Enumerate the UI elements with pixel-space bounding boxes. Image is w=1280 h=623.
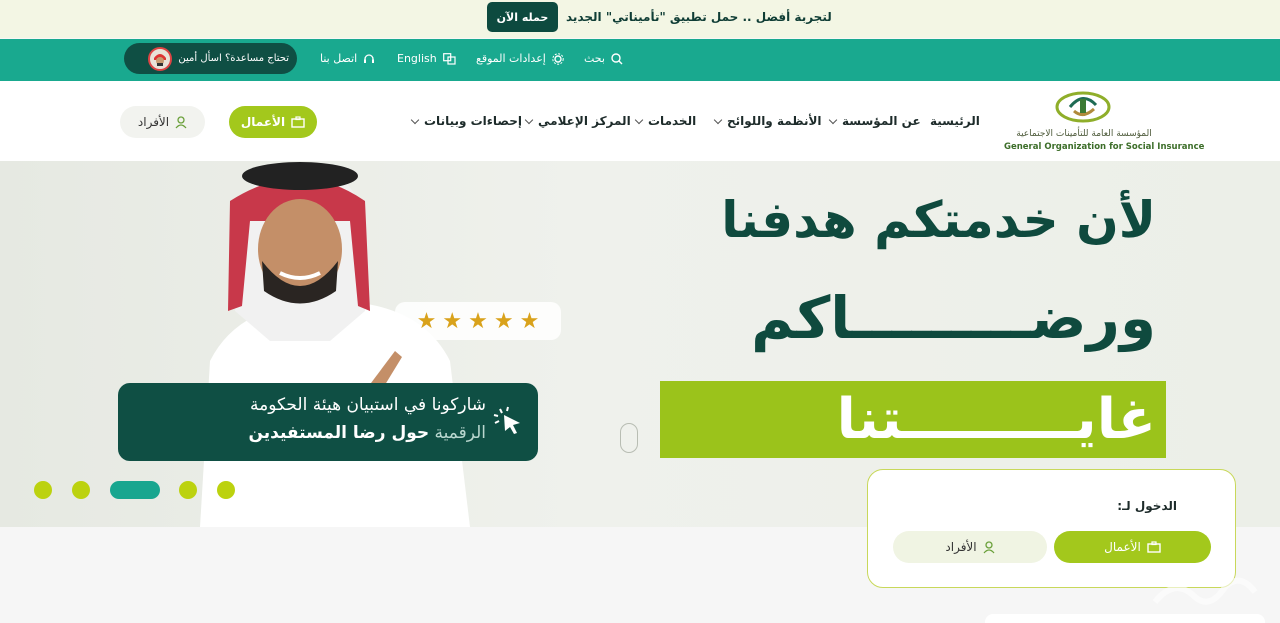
search-icon xyxy=(611,52,623,64)
survey-line-1: شاركونا في استبيان هيئة الحكومة xyxy=(250,395,486,415)
site-settings-label: إعدادات الموقع xyxy=(476,52,546,65)
chevron-down-icon xyxy=(634,115,644,124)
search-label: بحث xyxy=(584,52,605,65)
hero-highlight-box: غايـــــــــتنا xyxy=(660,381,1166,458)
watermark-logo xyxy=(1152,577,1258,605)
logo-arabic-text: المؤسسة العامة للتأمينات الاجتماعية xyxy=(1016,129,1152,139)
site-settings-link[interactable]: إعدادات الموقع xyxy=(476,52,564,65)
star-icon: ★ xyxy=(519,308,540,334)
login-title: الدخول لـ: xyxy=(1117,499,1177,513)
login-individuals-label: الأفراد xyxy=(945,540,977,554)
user-icon xyxy=(983,540,995,553)
business-login-button[interactable]: الأعمال xyxy=(229,106,317,138)
logo-english-text: General Organization for Social Insuranc… xyxy=(1004,142,1205,152)
chevron-down-icon xyxy=(713,115,723,124)
help-label: تحتاج مساعدة؟ اسأل أمين xyxy=(178,53,289,64)
chevron-down-icon xyxy=(410,115,420,124)
briefcase-icon xyxy=(291,116,305,128)
hero-person-image xyxy=(200,162,470,527)
nav-home-label: الرئيسية xyxy=(930,114,980,128)
ameen-avatar xyxy=(148,46,173,71)
nav-regulations-label: الأنظمة واللوائح xyxy=(727,114,822,128)
nav-about-label: عن المؤسسة xyxy=(842,114,921,128)
translate-icon xyxy=(442,52,456,65)
gosi-emblem-icon xyxy=(1055,91,1111,123)
carousel-dot[interactable] xyxy=(179,481,197,499)
star-icon: ★ xyxy=(416,308,437,334)
survey-line-2-bold: حول رضا المستفيدين xyxy=(248,423,430,443)
user-icon xyxy=(175,115,187,128)
content-card xyxy=(985,614,1265,623)
nav-media-center-label: المركز الإعلامي xyxy=(538,114,631,128)
survey-line-2: الرقمية حول رضا المستفيدين xyxy=(248,423,486,443)
carousel-dot[interactable] xyxy=(217,481,235,499)
hero-headline-2: ورضـــــــــاكم xyxy=(751,284,1156,352)
language-switch[interactable]: English xyxy=(397,52,456,65)
star-icon: ★ xyxy=(468,308,488,334)
contact-label: اتصل بنا xyxy=(320,52,358,65)
survey-banner[interactable]: شاركونا في استبيان هيئة الحكومة الرقمية … xyxy=(118,383,538,461)
chevron-down-icon xyxy=(828,115,838,124)
hero-headline-3: غايـــــــــتنا xyxy=(836,387,1156,452)
star-icon: ★ xyxy=(493,308,514,334)
scroll-indicator xyxy=(620,423,638,453)
language-label: English xyxy=(397,52,437,65)
gosi-logo[interactable]: المؤسسة العامة للتأمينات الاجتماعية Gene… xyxy=(1000,89,1204,155)
assistant-face-icon xyxy=(154,53,167,66)
carousel-dot-active[interactable] xyxy=(110,481,160,499)
carousel-dot[interactable] xyxy=(34,481,52,499)
nav-about[interactable]: عن المؤسسة xyxy=(828,114,921,128)
login-business-button[interactable]: الأعمال xyxy=(1054,531,1211,563)
contact-link[interactable]: اتصل بنا xyxy=(320,52,375,65)
hero-headline-1: لأن خدمتكم هدفنا xyxy=(721,191,1156,249)
promo-text: لتجربة أفضل .. حمل تطبيق "تأميناتي" الجد… xyxy=(566,10,832,24)
login-individuals-button[interactable]: الأفراد xyxy=(893,531,1047,563)
headset-icon xyxy=(364,53,375,63)
survey-line-2-light: الرقمية xyxy=(434,423,486,443)
search-link[interactable]: بحث xyxy=(584,52,623,65)
nav-statistics-label: إحصاءات وبيانات xyxy=(424,114,523,128)
carousel-dot[interactable] xyxy=(72,481,90,499)
star-icon: ★ xyxy=(442,308,463,334)
nav-services-label: الخدمات xyxy=(648,114,697,128)
nav-home[interactable]: الرئيسية xyxy=(930,114,980,128)
nav-regulations[interactable]: الأنظمة واللوائح xyxy=(713,114,822,128)
briefcase-icon xyxy=(1147,541,1161,553)
chevron-down-icon xyxy=(524,115,534,124)
nav-services[interactable]: الخدمات xyxy=(634,114,697,128)
login-business-label: الأعمال xyxy=(1104,540,1141,554)
nav-media-center[interactable]: المركز الإعلامي xyxy=(524,114,631,128)
promo-bar: لتجربة أفضل .. حمل تطبيق "تأميناتي" الجد… xyxy=(0,0,1280,38)
main-navigation: المؤسسة العامة للتأمينات الاجتماعية Gene… xyxy=(0,81,1280,161)
gear-icon xyxy=(552,52,564,65)
ask-ameen-button[interactable]: تحتاج مساعدة؟ اسأل أمين xyxy=(124,43,297,74)
cursor-click-icon xyxy=(493,406,520,434)
individuals-button-label: الأفراد xyxy=(137,115,170,129)
nav-statistics[interactable]: إحصاءات وبيانات xyxy=(410,114,523,128)
utility-bar: بحث إعدادات الموقع English اتصل بنا تحتا… xyxy=(0,39,1280,81)
business-button-label: الأعمال xyxy=(240,115,286,129)
rating-stars: ★ ★ ★ ★ ★ xyxy=(395,302,561,340)
individuals-login-button[interactable]: الأفراد xyxy=(120,106,205,138)
login-card: الدخول لـ: الأعمال الأفراد xyxy=(867,469,1236,588)
download-app-button[interactable]: حمله الآن xyxy=(487,2,558,32)
